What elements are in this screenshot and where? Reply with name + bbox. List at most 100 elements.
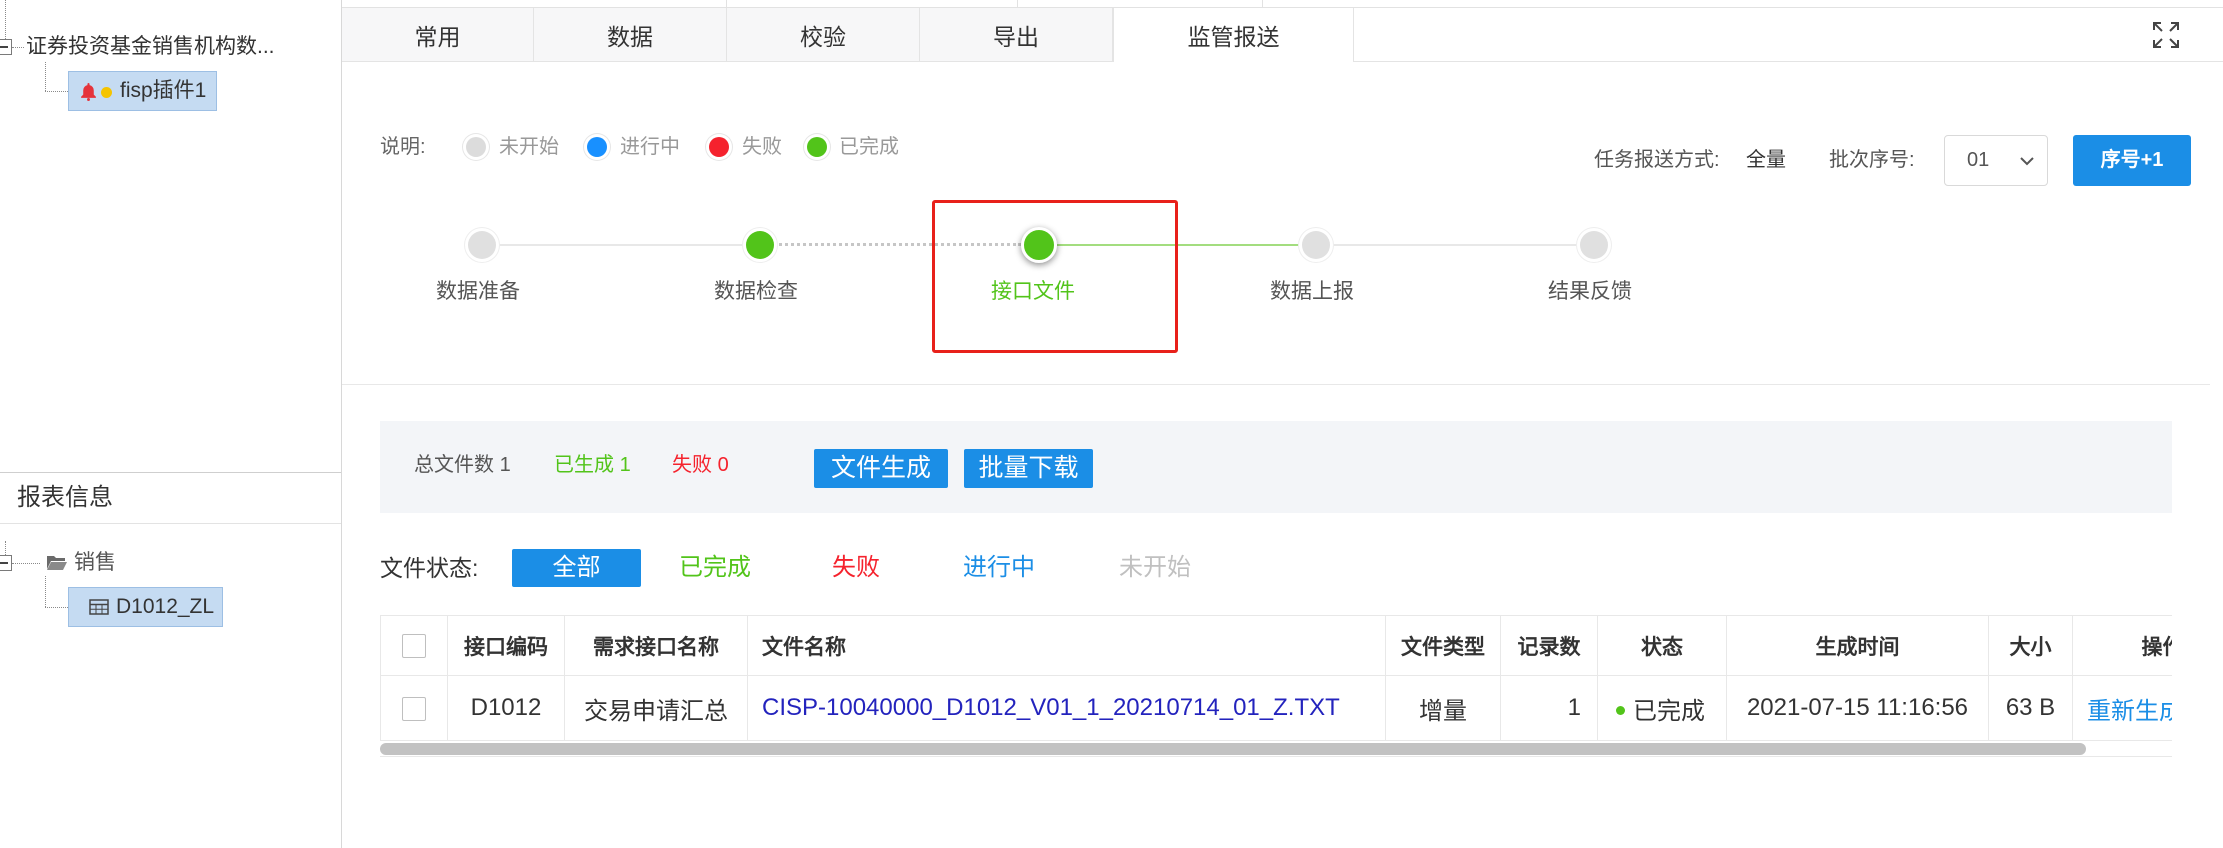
report-info-header: 报表信息 — [0, 472, 341, 524]
cell-file-name: CISP-10040000_D1012_V01_1_20210714_01_Z.… — [747, 675, 1386, 741]
column-header-file-name[interactable]: 文件名称 — [747, 615, 1386, 676]
cell-file-type: 增量 — [1385, 675, 1501, 741]
column-header-status[interactable]: 状态 — [1597, 615, 1727, 676]
tab-validation[interactable]: 校验 — [727, 8, 920, 61]
tab-export[interactable]: 导出 — [920, 8, 1113, 61]
filter-failed[interactable]: 失败 — [832, 549, 880, 587]
collapse-toggle-icon[interactable] — [0, 39, 12, 55]
column-header-actions[interactable]: 操作 — [2072, 615, 2172, 676]
filter-completed[interactable]: 已完成 — [679, 549, 751, 587]
increment-batch-button[interactable]: 序号+1 — [2073, 135, 2191, 186]
tree-connector — [45, 91, 68, 92]
legend-dot-in-progress — [587, 137, 607, 157]
cell-generated-at: 2021-07-15 11:16:56 — [1726, 675, 1989, 741]
cell-code: D1012 — [447, 675, 565, 741]
legend-label: 失败 — [742, 136, 782, 158]
select-all-checkbox[interactable] — [402, 633, 426, 658]
tree-connector — [45, 576, 46, 607]
generated-files-label: 已生成 — [554, 454, 614, 476]
top-strip — [342, 0, 2223, 8]
step-dot-data-check[interactable] — [746, 231, 774, 259]
step-label[interactable]: 结果反馈 — [1520, 277, 1660, 307]
tree-node-d1012-zl[interactable]: D1012_ZL — [68, 587, 223, 627]
file-summary: 总文件数 1 已生成 1 失败 0 文件生成 批量下载 — [380, 421, 2172, 513]
file-name-link[interactable]: CISP-10040000_D1012_V01_1_20210714_01_Z.… — [762, 694, 1340, 721]
tab-data[interactable]: 数据 — [534, 8, 727, 61]
column-header-code[interactable]: 接口编码 — [447, 615, 565, 676]
failed-files-label: 失败 — [672, 454, 712, 476]
highlight-box — [932, 200, 1178, 353]
horizontal-scrollbar[interactable] — [380, 742, 2172, 757]
chevron-down-icon — [2020, 157, 2034, 166]
cell-record-count: 1 — [1500, 675, 1598, 741]
batch-number-value: 01 — [1967, 149, 1990, 171]
tree-root-label[interactable]: 证券投资基金销售机构数... — [26, 32, 275, 62]
step-label[interactable]: 数据上报 — [1242, 277, 1382, 307]
legend-label: 进行中 — [620, 136, 680, 158]
legend-dot-failed — [709, 137, 729, 157]
total-files: 总文件数 1 — [414, 450, 511, 480]
strip-divider — [1262, 0, 1263, 8]
legend-label: 未开始 — [499, 136, 559, 158]
tree-connector — [45, 62, 46, 91]
filter-not-started[interactable]: 未开始 — [1119, 549, 1191, 587]
failed-files-count: 0 — [717, 454, 729, 476]
step-connector — [496, 244, 746, 246]
section-divider — [342, 384, 2210, 385]
regenerate-link[interactable]: 重新生成 — [2087, 698, 2172, 725]
column-header-interface-name[interactable]: 需求接口名称 — [564, 615, 748, 676]
cell-status: 已完成 — [1597, 675, 1727, 741]
cell-actions: 重新生成 — [2072, 675, 2172, 741]
step-label[interactable]: 数据准备 — [408, 277, 548, 307]
tree-folder-label[interactable]: 销售 — [74, 548, 116, 578]
tree-node-label: D1012_ZL — [116, 595, 215, 618]
filter-in-progress[interactable]: 进行中 — [963, 549, 1035, 587]
generated-files: 已生成 1 — [554, 450, 631, 480]
table-row[interactable]: D1012 交易申请汇总 CISP-10040000_D1012_V01_1_2… — [380, 675, 2172, 741]
table-icon — [89, 599, 109, 620]
tree-connector — [5, 541, 6, 555]
generate-files-button[interactable]: 文件生成 — [814, 449, 948, 488]
cell-interface-name: 交易申请汇总 — [564, 675, 748, 741]
batch-number-select[interactable]: 01 — [1944, 135, 2048, 186]
collapse-toggle-icon[interactable] — [0, 555, 12, 571]
tree-connector — [12, 563, 40, 564]
bell-icon — [80, 82, 97, 106]
legend-dot-not-started — [466, 137, 486, 157]
fullscreen-icon[interactable] — [2151, 20, 2181, 55]
batch-number-label: 批次序号: — [1829, 149, 1915, 171]
total-files-count: 1 — [499, 454, 511, 476]
file-table-grid: 接口编码 需求接口名称 文件名称 文件类型 记录数 状态 生成时间 大小 操作 … — [380, 615, 2172, 741]
tab-regulatory-report[interactable]: 监管报送 — [1113, 8, 1354, 62]
cell-size: 63 B — [1988, 675, 2073, 741]
legend-dot-completed — [807, 137, 827, 157]
step-dot-data-upload[interactable] — [1302, 231, 1330, 259]
total-files-label: 总文件数 — [414, 454, 494, 476]
status-text: 已完成 — [1633, 697, 1705, 725]
row-checkbox[interactable] — [402, 696, 426, 721]
column-header-file-type[interactable]: 文件类型 — [1385, 615, 1501, 676]
scrollbar-thumb[interactable] — [380, 743, 2086, 755]
file-table: 接口编码 需求接口名称 文件名称 文件类型 记录数 状态 生成时间 大小 操作 … — [380, 615, 2172, 757]
failed-files: 失败 0 — [672, 450, 729, 480]
step-dot-data-preparation[interactable] — [468, 231, 496, 259]
strip-divider — [726, 0, 727, 8]
column-header-size[interactable]: 大小 — [1988, 615, 2073, 676]
step-connector — [1330, 244, 1580, 246]
tree-node-fisp-plugin[interactable]: fisp插件1 — [68, 71, 217, 111]
batch-download-button[interactable]: 批量下载 — [964, 449, 1093, 488]
tab-common[interactable]: 常用 — [342, 8, 534, 61]
filter-all-button[interactable]: 全部 — [512, 549, 641, 587]
left-panel: 证券投资基金销售机构数... fisp插件1 报表信息 销售 D1012_ZL — [0, 0, 342, 848]
column-header-record-count[interactable]: 记录数 — [1500, 615, 1598, 676]
legend-title: 说明: — [380, 136, 426, 158]
step-dot-result-feedback[interactable] — [1580, 231, 1608, 259]
column-header-generated-at[interactable]: 生成时间 — [1726, 615, 1989, 676]
tree-connector — [45, 607, 68, 608]
row-checkbox-cell — [380, 675, 448, 741]
folder-icon — [46, 554, 68, 577]
report-info-title: 报表信息 — [17, 484, 113, 511]
report-mode-label: 任务报送方式: — [1594, 149, 1720, 171]
step-label[interactable]: 数据检查 — [686, 277, 826, 307]
file-status-label: 文件状态: — [380, 555, 479, 581]
